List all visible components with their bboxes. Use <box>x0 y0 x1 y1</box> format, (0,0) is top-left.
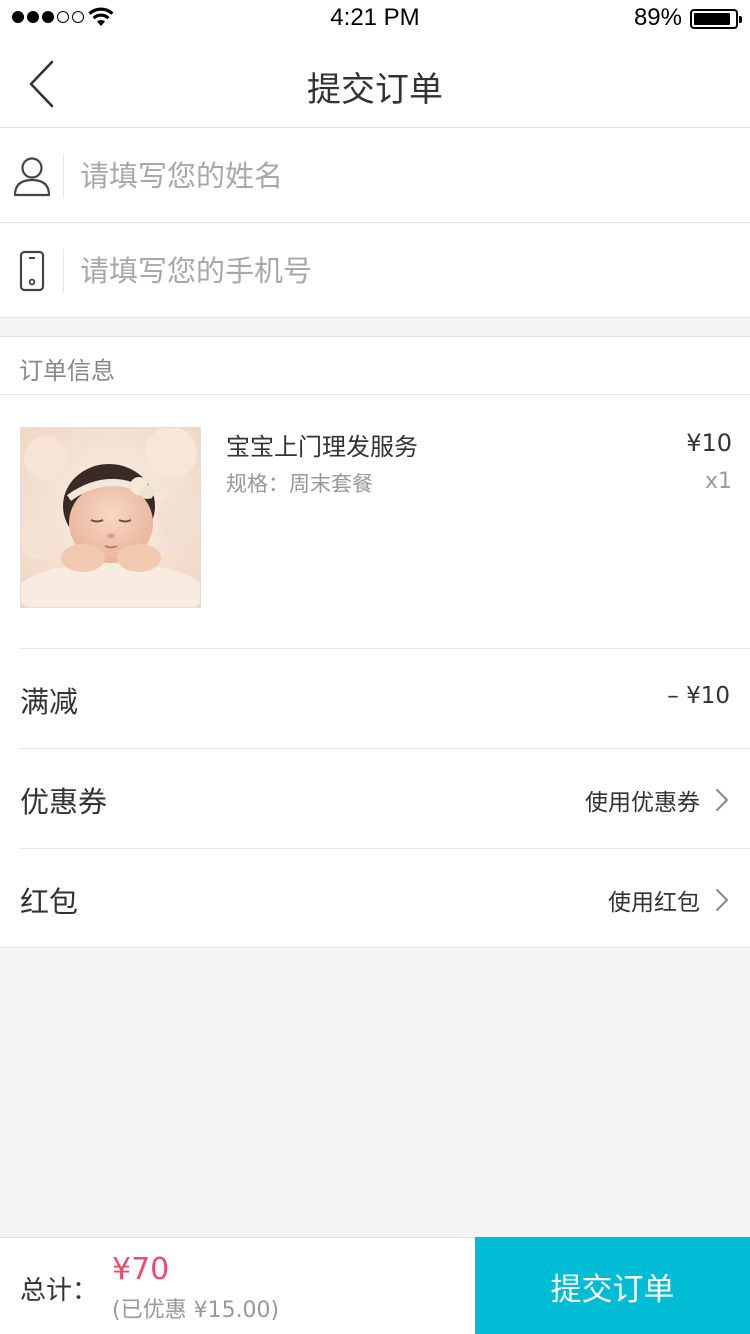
phone-row <box>0 223 750 318</box>
product-spec: 规格：周末套餐 <box>226 472 373 496</box>
saved-amount: (已优惠 ¥15.00) <box>112 1298 280 1323</box>
page-title: 提交订单 <box>307 70 443 110</box>
row-value: 使用优惠券 <box>585 790 700 816</box>
status-bar: 4:21 PM 89% <box>0 0 750 40</box>
checkout-bar: 总计： ¥70 (已优惠 ¥15.00) 提交订单 <box>0 1237 750 1334</box>
nav-bar: 提交订单 <box>0 40 750 128</box>
product-thumbnail[interactable] <box>20 427 201 608</box>
divider <box>63 249 64 293</box>
name-row <box>0 128 750 223</box>
user-icon <box>13 157 51 197</box>
row-label: 优惠券 <box>20 785 108 819</box>
name-input[interactable] <box>80 148 720 204</box>
battery-percent: 89% <box>633 4 682 31</box>
phone-input[interactable] <box>80 243 720 299</box>
product-quantity: x1 <box>704 469 732 494</box>
row-value: – ¥10 <box>667 683 730 709</box>
product-price: ¥10 <box>686 429 732 457</box>
red-packet-row[interactable]: 红包 使用红包 <box>20 848 750 948</box>
phone-icon <box>19 250 45 292</box>
full-reduction-row: 满减 – ¥10 <box>20 648 750 748</box>
product-name: 宝宝上门理发服务 <box>226 433 418 461</box>
total-label: 总计： <box>20 1276 99 1306</box>
chevron-right-icon <box>716 789 728 811</box>
discount-list: 满减 – ¥10 优惠券 使用优惠券 红包 使用红包 <box>0 648 750 948</box>
submit-order-button[interactable]: 提交订单 <box>475 1237 750 1334</box>
row-label: 红包 <box>20 885 79 919</box>
divider <box>63 154 64 198</box>
product-item: 宝宝上门理发服务 规格：周末套餐 ¥10 x1 <box>0 395 750 649</box>
section-title: 订单信息 <box>19 357 115 385</box>
coupon-row[interactable]: 优惠券 使用优惠券 <box>20 748 750 848</box>
order-info-header: 订单信息 <box>0 336 750 395</box>
total-amount: ¥70 <box>112 1252 170 1287</box>
battery-icon <box>690 9 742 29</box>
row-value: 使用红包 <box>608 890 700 916</box>
chevron-right-icon <box>716 889 728 911</box>
baby-photo-image <box>21 428 200 607</box>
row-label: 满减 <box>20 685 79 719</box>
